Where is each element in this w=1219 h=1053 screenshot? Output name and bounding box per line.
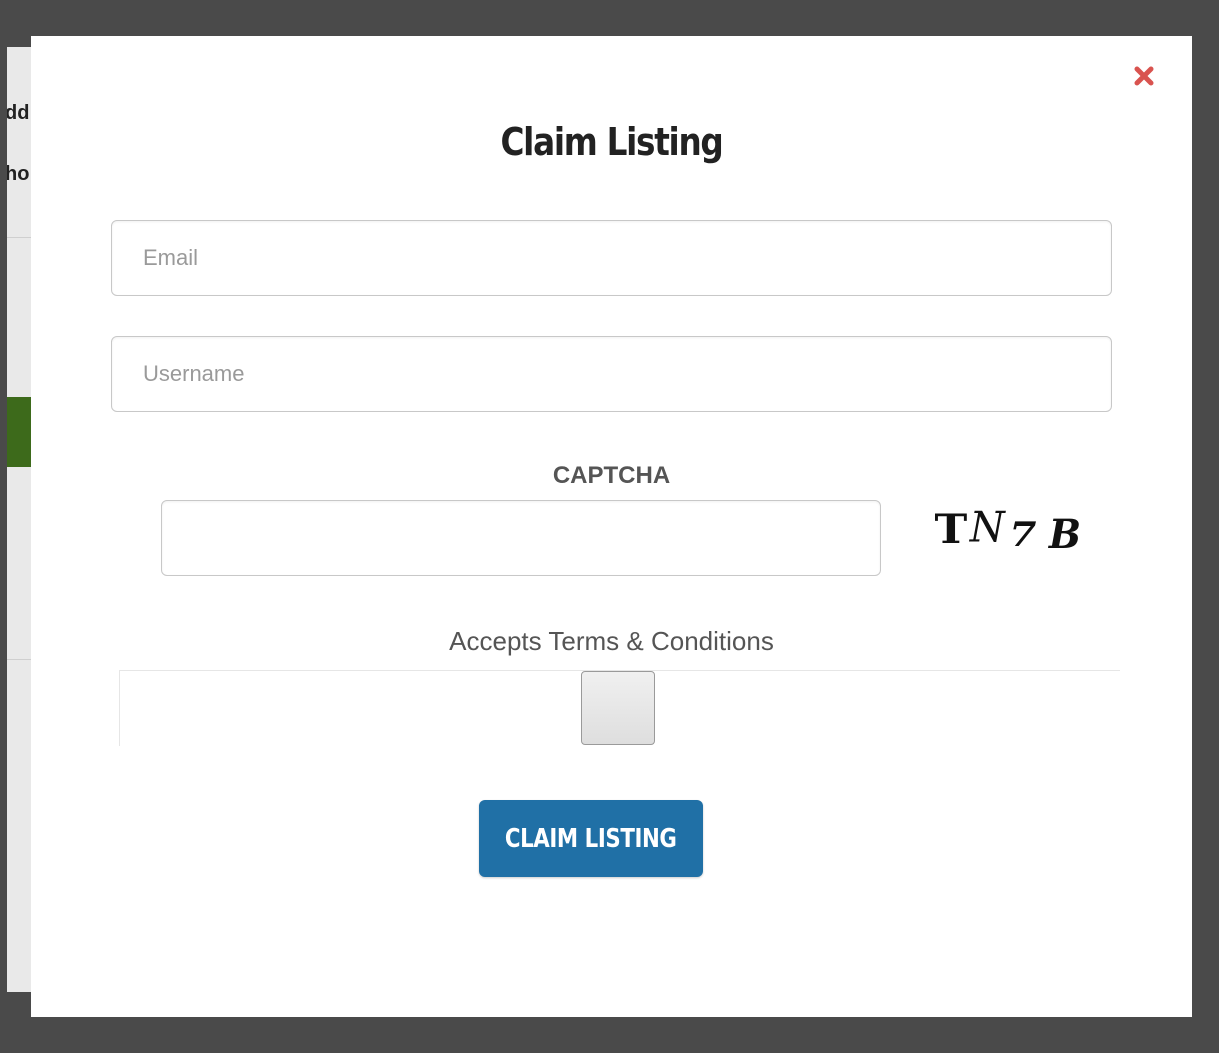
captcha-input[interactable]: [161, 500, 881, 576]
claim-listing-modal: Claim Listing CAPTCHA T N 7 B Accepts Te…: [31, 36, 1192, 1017]
captcha-char: 7: [1008, 515, 1037, 555]
username-input[interactable]: [111, 336, 1112, 412]
claim-listing-button-label: CLAIM LISTING: [505, 823, 677, 854]
claim-listing-button[interactable]: CLAIM LISTING: [479, 800, 703, 877]
terms-label: Accepts Terms & Conditions: [449, 626, 774, 656]
background-text-2: ho: [7, 163, 30, 185]
captcha-image: T N 7 B: [934, 496, 1116, 566]
captcha-char: T: [934, 505, 968, 553]
email-input[interactable]: [111, 220, 1112, 296]
captcha-char: N: [969, 503, 1005, 553]
captcha-char: B: [1049, 510, 1082, 558]
close-button[interactable]: [1130, 62, 1158, 90]
close-icon: [1134, 66, 1154, 86]
captcha-label: CAPTCHA: [552, 462, 671, 489]
modal-title: Claim Listing: [500, 120, 723, 164]
terms-checkbox[interactable]: [581, 671, 655, 745]
background-text-1: dd: [7, 102, 30, 124]
